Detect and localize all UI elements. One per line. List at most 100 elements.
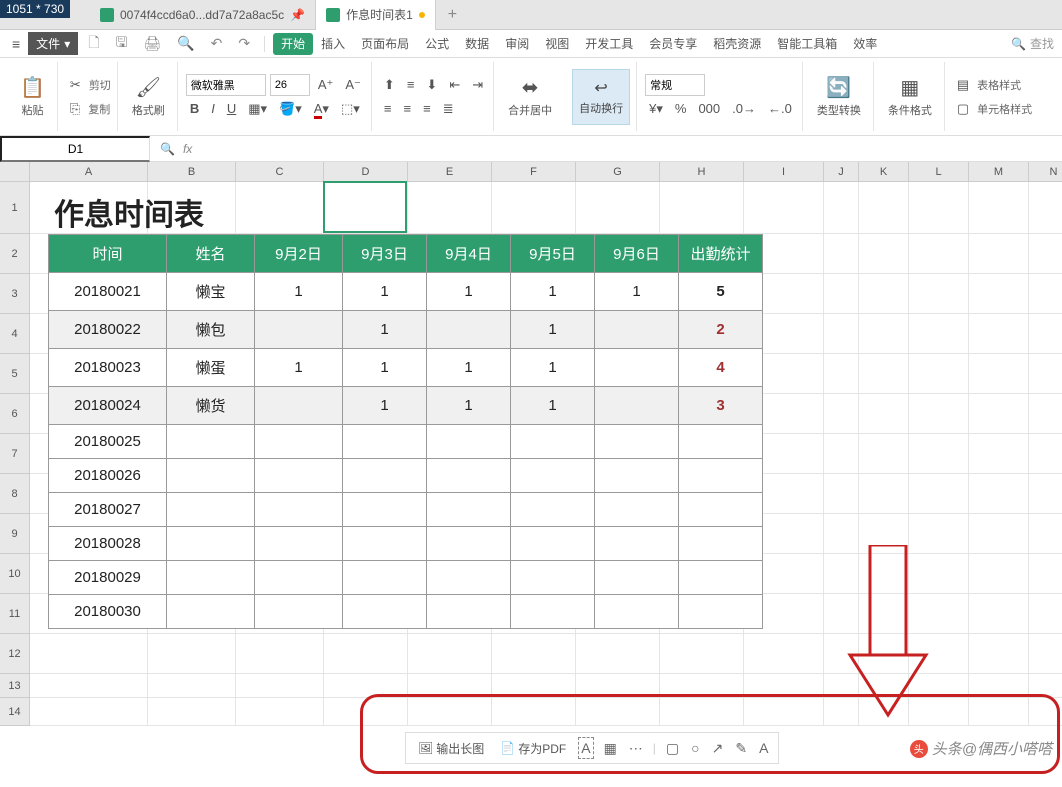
cell[interactable] [859,394,909,434]
cell[interactable] [236,634,324,674]
cell[interactable] [236,674,324,698]
font-name-select[interactable] [186,74,266,96]
row-header-1[interactable]: 1 [0,182,30,234]
cell[interactable] [909,554,969,594]
row-header-2[interactable]: 2 [0,234,30,274]
cell[interactable] [1029,394,1062,434]
cell[interactable] [859,674,909,698]
more-icon[interactable]: ⋯ [627,738,645,759]
save-icon[interactable]: 🖫 [109,32,133,56]
row-header-3[interactable]: 3 [0,274,30,314]
cell[interactable] [824,674,859,698]
column-header-D[interactable]: D [324,162,408,182]
cell[interactable] [576,674,660,698]
align-left-icon[interactable]: ≡ [380,99,396,118]
fx-icon[interactable]: fx [183,142,192,156]
table-row[interactable]: 20180021懒宝111115 [49,273,763,311]
cell[interactable] [859,234,909,274]
cell[interactable] [1029,234,1062,274]
column-header-M[interactable]: M [969,162,1029,182]
column-header-B[interactable]: B [148,162,236,182]
column-header-I[interactable]: I [744,162,824,182]
cell[interactable] [824,182,859,234]
cell[interactable] [909,674,969,698]
circle-icon[interactable]: ○ [689,738,701,758]
cell[interactable] [969,554,1029,594]
text-a-icon[interactable]: A [757,738,770,758]
redo-icon[interactable]: ↷ [232,35,256,52]
mosaic-icon[interactable]: ▦ [602,738,619,759]
table-row[interactable]: 20180023懒蛋11114 [49,349,763,387]
menu-5[interactable]: 审阅 [497,33,537,55]
cell[interactable] [660,182,744,234]
font-color-icon[interactable]: A▾ [310,99,333,119]
cell[interactable] [909,234,969,274]
table-row[interactable]: 20180027 [49,493,763,527]
cell[interactable] [824,514,859,554]
cell[interactable] [909,274,969,314]
row-header-7[interactable]: 7 [0,434,30,474]
cell[interactable] [408,674,492,698]
cell[interactable] [969,274,1029,314]
table-row[interactable]: 20180024懒货1113 [49,387,763,425]
bold-icon[interactable]: B [186,99,203,118]
table-row[interactable]: 20180029 [49,561,763,595]
save-pdf-button[interactable]: 📄存为PDF [496,738,570,759]
cell[interactable] [1029,274,1062,314]
cell[interactable] [969,434,1029,474]
row-header-12[interactable]: 12 [0,634,30,674]
cell[interactable] [909,634,969,674]
cell[interactable] [660,634,744,674]
cell[interactable] [492,634,576,674]
cell[interactable] [859,698,909,726]
cell[interactable] [909,594,969,634]
merge-center-button[interactable]: ⬌ 合并居中 [502,75,558,118]
cell[interactable] [969,698,1029,726]
menu-7[interactable]: 开发工具 [577,33,641,55]
cell[interactable] [236,182,324,234]
table-row[interactable]: 20180022懒包112 [49,311,763,349]
cell[interactable] [408,698,492,726]
cell[interactable] [824,474,859,514]
cell[interactable] [824,434,859,474]
row-header-5[interactable]: 5 [0,354,30,394]
underline-icon[interactable]: U [223,99,240,118]
preview-icon[interactable]: 🔍 [171,35,200,52]
menu-9[interactable]: 稻壳资源 [705,33,769,55]
cell[interactable] [859,514,909,554]
column-header-K[interactable]: K [859,162,909,182]
cell[interactable] [1029,594,1062,634]
cell[interactable] [824,698,859,726]
cell[interactable] [576,182,660,234]
cell[interactable] [744,674,824,698]
cell[interactable] [30,698,148,726]
cell[interactable] [576,698,660,726]
cell[interactable] [824,594,859,634]
menu-2[interactable]: 页面布局 [353,33,417,55]
select-all-corner[interactable] [0,162,30,182]
row-header-4[interactable]: 4 [0,314,30,354]
column-header-J[interactable]: J [824,162,859,182]
indent-left-icon[interactable]: ⇤ [445,75,464,95]
cell[interactable] [660,698,744,726]
increase-decimal-icon[interactable]: .0→ [728,99,760,118]
cell[interactable] [324,674,408,698]
decrease-font-icon[interactable]: A⁻ [341,75,365,95]
menu-4[interactable]: 数据 [457,33,497,55]
row-header-14[interactable]: 14 [0,698,30,726]
undo-icon[interactable]: ↶ [205,35,229,52]
cell[interactable] [969,394,1029,434]
table-row[interactable]: 20180030 [49,595,763,629]
conditional-format-button[interactable]: ▦ 条件格式 [882,75,938,118]
name-box[interactable] [0,136,150,162]
cell[interactable] [859,314,909,354]
cell[interactable] [492,698,576,726]
percent-icon[interactable]: % [671,99,691,118]
cell[interactable] [1029,314,1062,354]
cell[interactable] [1029,514,1062,554]
currency-icon[interactable]: ¥▾ [645,99,667,119]
menu-3[interactable]: 公式 [417,33,457,55]
cell[interactable] [824,234,859,274]
menu-10[interactable]: 智能工具箱 [769,33,845,55]
column-header-L[interactable]: L [909,162,969,182]
